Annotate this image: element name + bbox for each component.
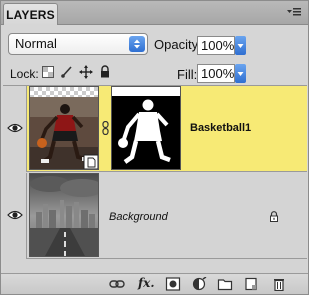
lock-label: Lock:	[10, 67, 39, 81]
tab-layers[interactable]: LAYERS	[3, 3, 58, 25]
city-road-image	[30, 174, 98, 256]
visibility-cell[interactable]	[3, 173, 27, 259]
fx-icon[interactable]: fx.	[138, 276, 155, 290]
fill-dropdown-button[interactable]	[235, 64, 246, 83]
trash-icon[interactable]	[271, 277, 287, 291]
opacity-dropdown-button[interactable]	[235, 36, 246, 55]
opacity-label: Opacity:	[154, 37, 202, 52]
add-mask-icon[interactable]	[165, 277, 181, 291]
layers-list: Basketball1 Background	[3, 85, 307, 273]
player-mask-image	[112, 87, 180, 169]
eye-icon[interactable]	[7, 209, 23, 221]
lock-all-icon[interactable]	[98, 65, 112, 79]
layer-thumbnail[interactable]	[29, 173, 99, 257]
panel-menu-icon[interactable]	[286, 6, 302, 20]
visibility-cell[interactable]	[3, 86, 27, 172]
layer-thumbnail[interactable]	[29, 86, 99, 170]
layers-panel: LAYERS Normal Opacity: 100% Lock: Fill: …	[0, 0, 309, 295]
eye-icon[interactable]	[7, 122, 23, 134]
layer-name[interactable]: Background	[109, 211, 168, 223]
layer-mask-thumbnail[interactable]	[111, 86, 181, 170]
new-group-icon[interactable]	[217, 277, 233, 291]
layer-name[interactable]: Basketball1	[190, 122, 251, 134]
lock-position-icon[interactable]	[79, 65, 93, 79]
player-photo-image	[30, 87, 98, 169]
lock-transparency-icon[interactable]	[41, 65, 55, 79]
blend-mode-value: Normal	[15, 36, 57, 51]
fill-label: Fill:	[177, 67, 198, 82]
panel-tab-bar: LAYERS	[1, 1, 308, 25]
layer-row-basketball1[interactable]: Basketball1	[3, 86, 307, 172]
opacity-input[interactable]: 100%	[197, 36, 235, 55]
chevron-updown-icon	[129, 36, 145, 52]
lock-icon	[270, 211, 278, 222]
link-layers-icon[interactable]	[109, 277, 125, 291]
layer-row-background[interactable]: Background	[3, 173, 307, 259]
fill-input[interactable]: 100%	[197, 64, 235, 83]
chain-link-icon[interactable]	[102, 121, 109, 135]
adjustment-layer-icon[interactable]	[191, 277, 207, 291]
layers-toolbar: fx.	[1, 273, 308, 294]
new-layer-icon[interactable]	[243, 277, 259, 291]
lock-image-icon[interactable]	[60, 65, 74, 79]
blend-mode-select[interactable]: Normal	[8, 33, 148, 55]
